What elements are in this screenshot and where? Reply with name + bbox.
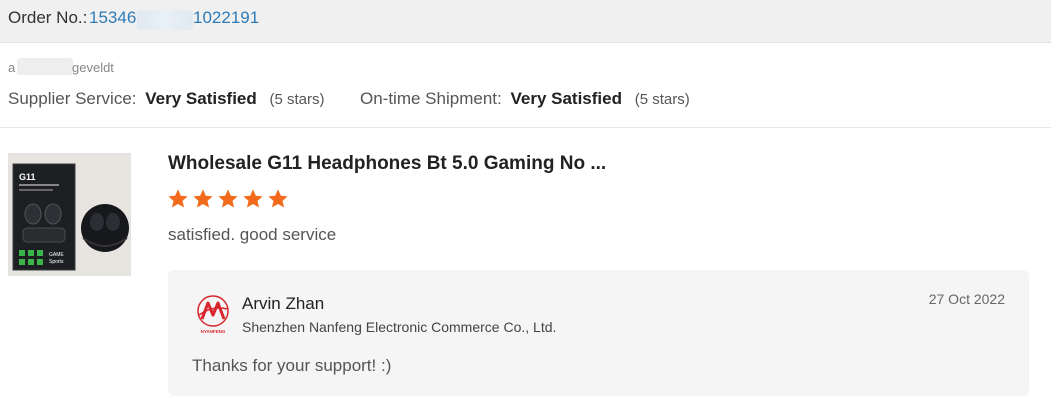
- supplier-service-value: Very Satisfied: [145, 89, 257, 108]
- star-icon: [193, 189, 213, 208]
- supplier-reply: NYANFENG Arvin Zhan Shenzhen Nanfeng Ele…: [168, 270, 1029, 396]
- supplier-logo-icon: NYANFENG: [197, 295, 229, 334]
- buyer-name-start: a: [8, 60, 16, 75]
- review-star-rating: [167, 188, 289, 210]
- product-title[interactable]: Wholesale G11 Headphones Bt 5.0 Gaming N…: [168, 153, 606, 175]
- reply-text: Thanks for your support! :): [192, 356, 392, 375]
- logo-wordmark: NYANFENG: [201, 329, 226, 334]
- shipment-value: Very Satisfied: [510, 89, 622, 108]
- star-icon: [168, 189, 188, 208]
- review-text: satisfied. good service: [168, 225, 337, 244]
- star-icon: [243, 189, 263, 208]
- order-number-redaction: [137, 10, 193, 30]
- buyer-name-end: geveldt: [72, 60, 114, 75]
- supplier-name: Arvin Zhan: [242, 294, 325, 313]
- order-header: Order No.: 15346 1022191: [0, 0, 1051, 43]
- shipment-stars: (5 stars): [634, 91, 690, 108]
- star-icon: [268, 189, 288, 208]
- supplier-service-stars: (5 stars): [269, 91, 325, 108]
- svg-text:GAME: GAME: [49, 252, 64, 258]
- svg-text:Sports: Sports: [49, 259, 64, 265]
- buyer-name-redaction: [17, 58, 73, 75]
- supplier-service-label: Supplier Service:: [8, 89, 137, 108]
- earbuds-product-icon: G11 GAME Sports: [9, 154, 130, 275]
- supplier-service-rating: Supplier Service: Very Satisfied (5 star…: [8, 89, 325, 109]
- order-number-start[interactable]: 15346: [89, 8, 136, 28]
- order-label: Order No.:: [8, 8, 88, 27]
- shipment-label: On-time Shipment:: [360, 89, 502, 108]
- supplier-company[interactable]: Shenzhen Nanfeng Electronic Commerce Co.…: [242, 319, 556, 335]
- product-image[interactable]: G11 GAME Sports: [8, 153, 131, 276]
- box-label: G11: [19, 172, 36, 182]
- section-divider: [0, 127, 1051, 128]
- star-icon: [218, 189, 238, 208]
- reply-date: 27 Oct 2022: [928, 291, 1005, 307]
- shipment-rating: On-time Shipment: Very Satisfied (5 star…: [360, 89, 690, 109]
- order-number-end[interactable]: 1022191: [193, 8, 259, 28]
